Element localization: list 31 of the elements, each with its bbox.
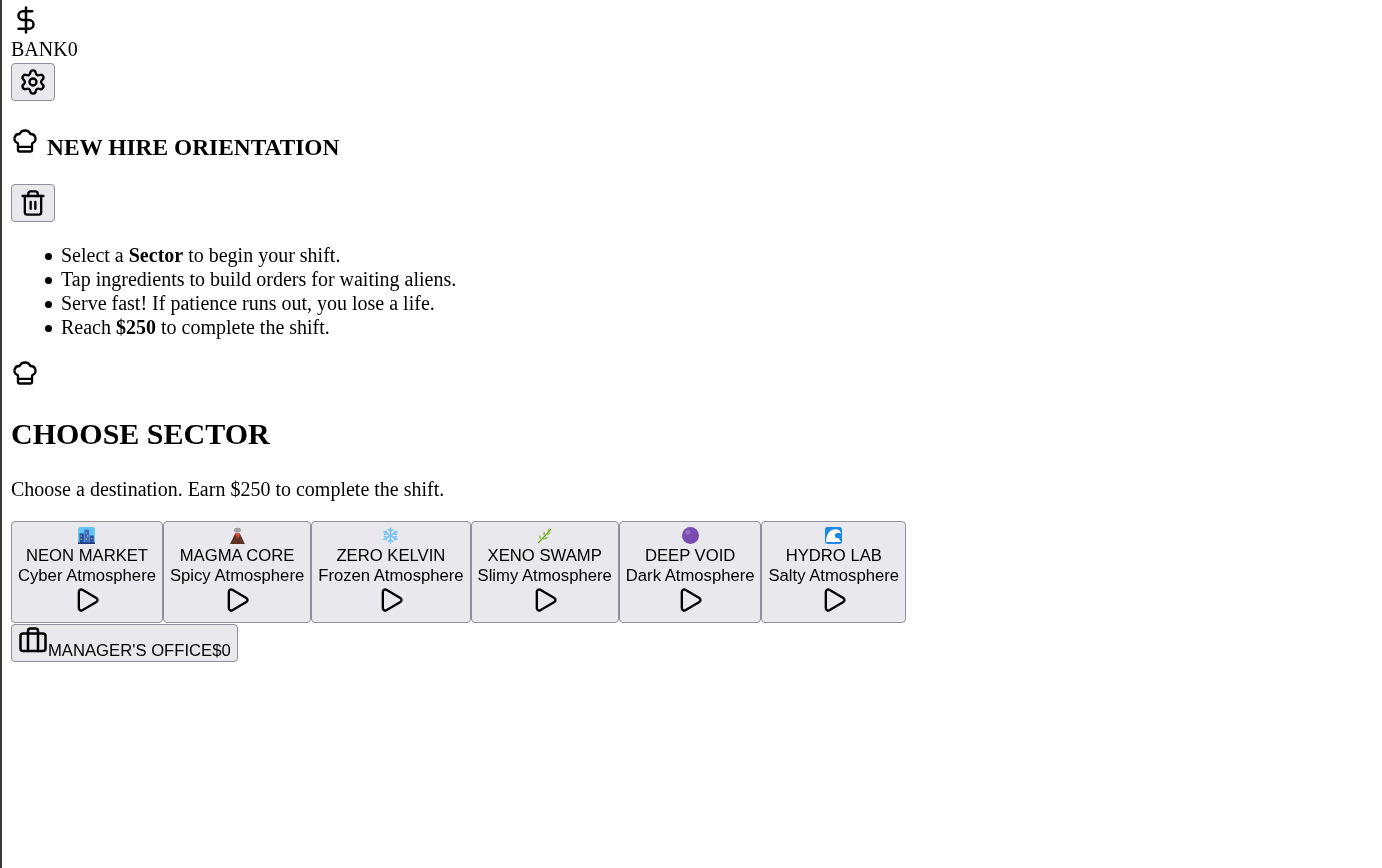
managers-office-button[interactable]: MANAGER'S OFFICE$0 (11, 623, 238, 662)
sphere-icon (681, 527, 699, 544)
settings-icon (19, 68, 47, 96)
settings-button[interactable] (11, 63, 55, 101)
section-heading: CHOOSE SECTOR (11, 417, 270, 452)
bullet-icon (45, 325, 52, 332)
snowflake-icon (382, 527, 400, 544)
trash-button[interactable] (11, 184, 55, 222)
leaf-icon (536, 527, 554, 544)
bank-balance: BANK0 (11, 38, 78, 61)
city-icon (78, 527, 96, 544)
sector-button[interactable]: NEON MARKET Cyber Atmosphere (11, 520, 163, 623)
instruction-text: Serve fast! If patience runs out, you lose a life. (61, 291, 435, 315)
sector-button[interactable]: HYDRO LAB Salty Atmosphere (761, 520, 907, 623)
bullet-icon (45, 253, 52, 260)
sector-button[interactable]: DEEP VOID Dark Atmosphere (618, 520, 762, 623)
sector-button[interactable]: ZERO KELVIN Frozen Atmosphere (311, 520, 471, 623)
instruction-text: Select a Sector to begin your shift. (61, 243, 341, 267)
bullet-icon (45, 277, 52, 284)
chef-hat-icon (11, 359, 39, 387)
sector-button[interactable]: XENO SWAMP Slimy Atmosphere (470, 520, 619, 623)
chef-hat-icon (11, 127, 39, 155)
sector-button[interactable]: MAGMA CORE Spicy Atmosphere (162, 520, 312, 623)
wave-icon (825, 527, 843, 544)
bullet-icon (45, 301, 52, 308)
volcano-icon (228, 527, 246, 544)
sector-instructions: Choose a destination. Earn $250 to complete the shift. (11, 477, 445, 501)
instruction-text: Reach $250 to complete the shift. (61, 315, 330, 339)
section-heading: NEW HIRE ORIENTATION (47, 134, 340, 161)
trash-icon (19, 189, 47, 217)
instruction-text: Tap ingredients to build orders for waiting aliens. (61, 267, 457, 291)
